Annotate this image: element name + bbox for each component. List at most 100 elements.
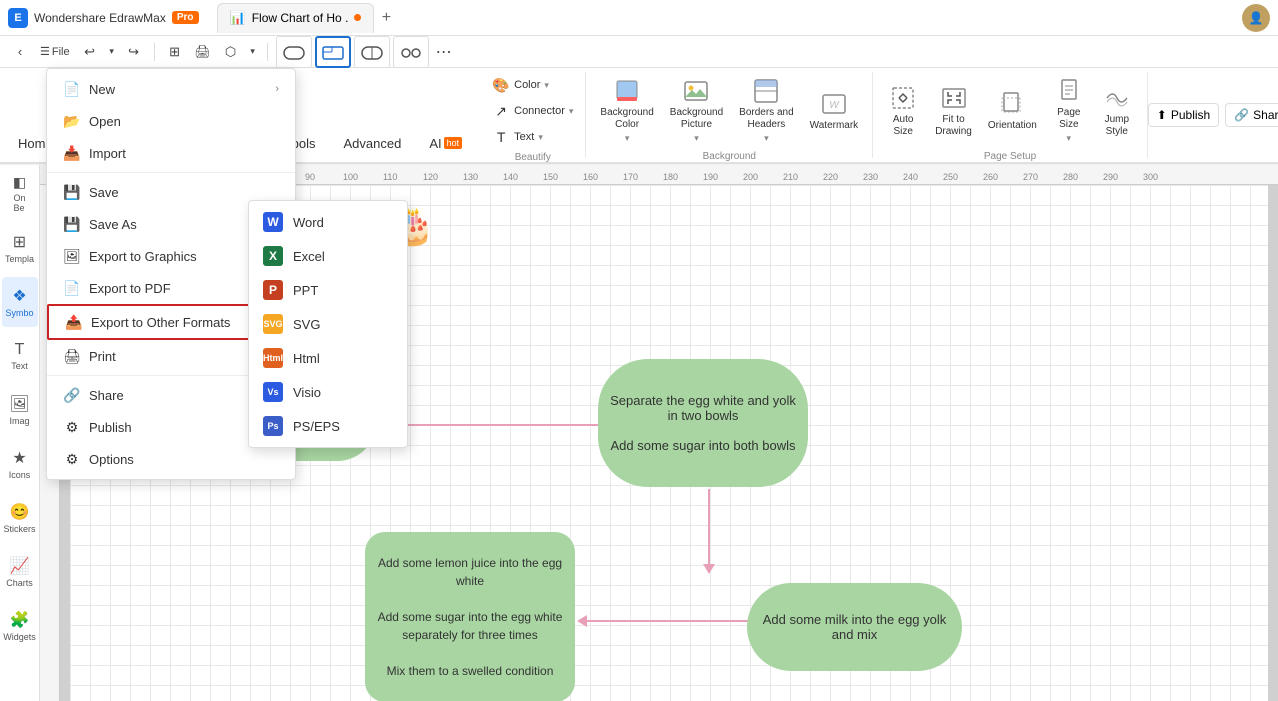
color-button[interactable]: 🎨 Color ▾ — [488, 74, 577, 96]
page-size-label: PageSize — [1057, 107, 1080, 131]
bg-picture-button[interactable]: BackgroundPicture ▾ — [664, 74, 729, 147]
sidebar-item-charts[interactable]: 📈 Charts — [2, 547, 38, 597]
submenu-item-word[interactable]: W Word — [249, 205, 407, 239]
bg-picture-icon — [682, 77, 710, 105]
connector-label: Connector — [514, 105, 565, 117]
image-label: Imag — [9, 416, 29, 426]
page-size-button[interactable]: PageSize ▾ — [1047, 74, 1091, 147]
pro-badge: Pro — [172, 11, 199, 24]
undo-button[interactable]: ↩ — [78, 40, 102, 64]
hamburger-icon: ☰ — [40, 45, 50, 58]
auto-size-button[interactable]: AutoSize — [881, 81, 925, 141]
sidebar-item-symbols[interactable]: ❖ Symbo — [2, 277, 38, 327]
widgets-icon: 🧩 — [10, 610, 30, 630]
undo-dropdown[interactable]: ▾ — [106, 40, 118, 64]
menu-item-import[interactable]: 📥 Import — [47, 137, 295, 169]
file-menu-button[interactable]: ☰ File — [36, 40, 74, 64]
color-caret: ▾ — [544, 80, 549, 91]
watermark-button[interactable]: W Watermark — [804, 87, 865, 134]
sidebar-item-icons[interactable]: ★ Icons — [2, 439, 38, 489]
save-label: Save — [89, 185, 119, 200]
flowchart-node-4[interactable]: Add some milk into the egg yolk and mix — [747, 583, 962, 671]
menu-item-open[interactable]: 📂 Open — [47, 105, 295, 137]
html-logo: Html — [263, 348, 283, 368]
more-shapes-button[interactable]: ⋯ — [432, 40, 456, 64]
publish-menu-label: Publish — [89, 420, 132, 435]
nav-back-button[interactable]: ‹ — [8, 40, 32, 64]
page-setup-items: AutoSize Fit toDrawing — [881, 74, 1139, 147]
sidebar-item-template[interactable]: ⊞ Templa — [2, 223, 38, 273]
new-tab-button[interactable]: + — [374, 6, 398, 30]
sidebar-item-stickers[interactable]: 😊 Stickers — [2, 493, 38, 543]
export-other-icon: 📤 — [65, 313, 83, 331]
shape-btn-2[interactable] — [315, 36, 351, 68]
app-name: Wondershare EdrawMax — [34, 11, 166, 25]
text-icon: T — [492, 128, 510, 146]
export-dropdown[interactable]: ▾ — [247, 40, 259, 64]
page-button[interactable]: ⊞ — [163, 40, 187, 64]
shape-btn-1[interactable] — [276, 36, 312, 68]
shape-btn-4[interactable] — [393, 36, 429, 68]
word-label: Word — [293, 215, 324, 230]
submenu-item-ps-eps[interactable]: Ps PS/EPS — [249, 409, 407, 443]
text-button[interactable]: T Text ▾ — [488, 126, 577, 148]
tab-modified-dot — [354, 14, 361, 21]
widgets-label: Widgets — [3, 632, 36, 642]
export-other-label: Export to Other Formats — [91, 315, 230, 330]
sidebar-item-image[interactable]: 🖼 Imag — [2, 385, 38, 435]
submenu-item-excel[interactable]: X Excel — [249, 239, 407, 273]
print-button[interactable]: 🖨 — [191, 40, 215, 64]
submenu-item-html[interactable]: Html Html — [249, 341, 407, 375]
sidebar-item-widgets[interactable]: 🧩 Widgets — [2, 601, 38, 651]
word-logo: W — [263, 212, 283, 232]
submenu-item-svg[interactable]: SVG SVG — [249, 307, 407, 341]
title-bar-right: 👤 — [1242, 4, 1270, 32]
submenu-item-ppt[interactable]: P PPT — [249, 273, 407, 307]
title-bar: E Wondershare EdrawMax Pro 📊 Flow Chart … — [0, 0, 1278, 36]
jump-style-button[interactable]: JumpStyle — [1095, 81, 1139, 141]
tab-advanced[interactable]: Advanced — [329, 68, 415, 162]
user-avatar[interactable]: 👤 — [1242, 4, 1270, 32]
menu-item-new[interactable]: 📄 New › — [47, 73, 295, 105]
orientation-icon — [998, 90, 1026, 118]
share-button[interactable]: 🔗 Share — [1225, 103, 1278, 127]
page-size-icon — [1055, 77, 1083, 105]
options-menu-label: Options — [89, 452, 134, 467]
fit-to-drawing-button[interactable]: Fit toDrawing — [929, 81, 978, 141]
stickers-icon: 😊 — [10, 502, 30, 522]
watermark-label: Watermark — [810, 120, 859, 131]
export-button[interactable]: ⬡ — [219, 40, 243, 64]
orientation-button[interactable]: Orientation — [982, 87, 1043, 134]
flowchart-node-2[interactable]: Separate the egg white and yolk in two b… — [598, 359, 808, 487]
share-menu-label: Share — [89, 388, 124, 403]
publish-menu-icon: ⚙ — [63, 418, 81, 436]
tab-label: Flow Chart of Ho . — [252, 11, 349, 25]
new-label: New — [89, 82, 115, 97]
borders-headers-button[interactable]: Borders andHeaders ▾ — [733, 74, 799, 147]
flowchart-node-3[interactable]: Add some lemon juice into the egg white … — [365, 532, 575, 701]
quick-access-bar: ‹ ☰ File ↩ ▾ ↪ ⊞ 🖨 ⬡ ▾ ⋯ — [0, 36, 1278, 68]
sidebar-item-on-be[interactable]: ◧ OnBe — [2, 169, 38, 219]
excel-logo: X — [263, 246, 283, 266]
options-menu-icon: ⚙ — [63, 450, 81, 468]
tab-ai[interactable]: AI hot — [415, 68, 476, 162]
ribbon-group-beautify: 🎨 Color ▾ ↗ Connector ▾ T Text ▾ — [480, 72, 586, 158]
publish-button[interactable]: ⬆ Publish — [1148, 103, 1219, 127]
submenu-item-visio[interactable]: Vs Visio — [249, 375, 407, 409]
connector-button[interactable]: ↗ Connector ▾ — [488, 100, 577, 122]
tab-bar: 📊 Flow Chart of Ho . + — [217, 3, 399, 33]
bg-color-button[interactable]: BackgroundColor ▾ — [594, 74, 659, 147]
document-tab[interactable]: 📊 Flow Chart of Ho . — [217, 3, 375, 33]
app-title: E Wondershare EdrawMax Pro — [8, 8, 199, 28]
shape-btn-3[interactable] — [354, 36, 390, 68]
background-items: BackgroundColor ▾ BackgroundPicture ▾ — [594, 74, 864, 147]
svg-label: SVG — [293, 317, 320, 332]
sidebar-item-text[interactable]: T Text — [2, 331, 38, 381]
redo-button[interactable]: ↪ — [122, 40, 146, 64]
page-setup-label: Page Setup — [984, 149, 1036, 162]
ribbon-content: 🎨 Color ▾ ↗ Connector ▾ T Text ▾ — [480, 68, 1278, 162]
bg-picture-caret: ▾ — [694, 133, 699, 144]
save-as-label: Save As — [89, 217, 137, 232]
ps-logo: Ps — [263, 416, 283, 436]
image-icon: 🖼 — [9, 394, 29, 414]
